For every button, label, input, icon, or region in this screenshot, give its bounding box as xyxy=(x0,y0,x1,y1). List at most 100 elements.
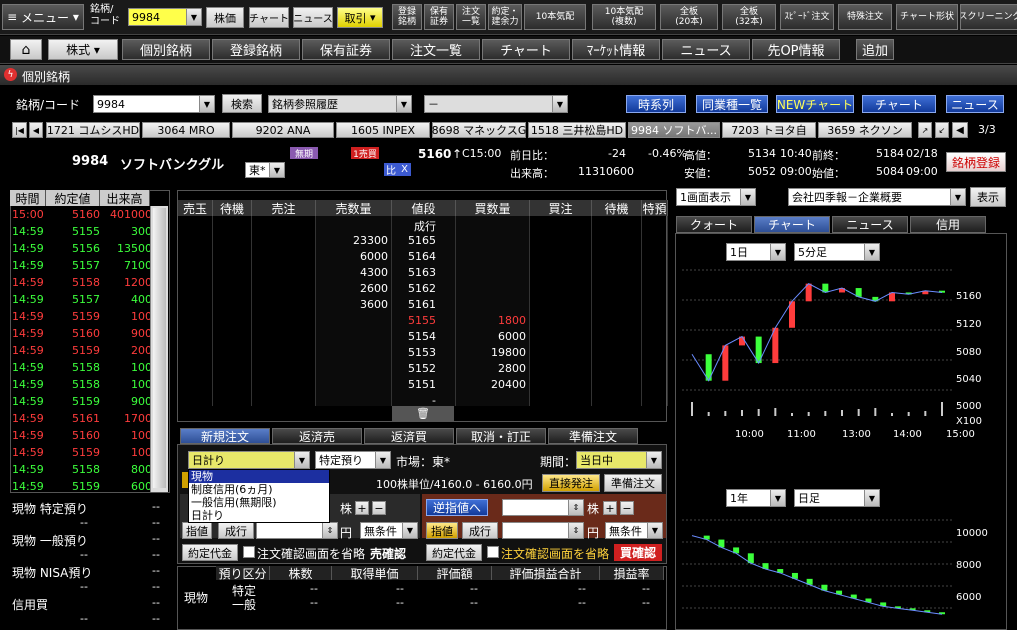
qty-input-right[interactable]: ⇕ xyxy=(502,499,584,516)
stock-price-button[interactable]: 株価 xyxy=(206,7,244,28)
order-tab-3[interactable]: 取消・訂正 xyxy=(456,428,546,444)
minus-icon[interactable]: − xyxy=(372,501,386,515)
condition-select-right[interactable]: 無条件 ▼ xyxy=(605,522,663,539)
prepare-order-button[interactable]: 準備注文 xyxy=(604,474,662,492)
home-icon[interactable]: ⌂ xyxy=(10,39,42,60)
plus-icon[interactable]: + xyxy=(355,501,369,515)
dropdown-option-0[interactable]: 現物 xyxy=(189,470,329,483)
buy-confirm-button[interactable]: 買確認 xyxy=(614,544,662,561)
menu-button[interactable]: ≡ メニュー ▾ xyxy=(2,4,84,30)
tool-button-4[interactable]: 10本気配 xyxy=(524,4,586,30)
minus-icon[interactable]: − xyxy=(620,501,634,515)
ticker-tab-6[interactable]: 9984 ソフトバ... xyxy=(628,122,720,138)
skip-confirm-checkbox[interactable] xyxy=(243,546,255,558)
right-tab-1[interactable]: チャート xyxy=(754,216,830,233)
price-input[interactable]: ⇕ xyxy=(256,522,338,539)
ticker-tab-0[interactable]: 1721 コムシスHD xyxy=(46,122,140,138)
price-input-right[interactable]: ⇕ xyxy=(502,522,584,539)
add-button[interactable]: 追加 xyxy=(856,39,894,60)
ticks-scrollbar[interactable] xyxy=(150,206,168,492)
order-tab-4[interactable]: 準備注文 xyxy=(548,428,638,444)
tool-button-8[interactable]: ｽﾋﾟｰﾄﾞ注文 xyxy=(780,4,834,30)
period2-select[interactable]: 1年 ▼ xyxy=(726,489,786,507)
interval2-select[interactable]: 日足 ▼ xyxy=(794,489,880,507)
expand-icon[interactable]: ↗ xyxy=(918,122,932,138)
code-input[interactable]: 9984 ▼ xyxy=(93,95,215,113)
nav-item-5[interactable]: ﾏｰｹｯﾄ情報 xyxy=(572,39,660,60)
limit-button[interactable]: 指値 xyxy=(182,522,212,539)
right-tab-3[interactable]: 信用 xyxy=(910,216,986,233)
right-tab-2[interactable]: ニュース xyxy=(832,216,908,233)
nav-item-4[interactable]: チャート xyxy=(482,39,570,60)
account-select[interactable]: 特定預り ▼ xyxy=(315,451,391,469)
right-tab-0[interactable]: クォート xyxy=(676,216,752,233)
dropdown-option-1[interactable]: 制度信用(6ヵ月) xyxy=(189,483,329,496)
ticker-tab-5[interactable]: 1518 三井松島HD xyxy=(528,122,626,138)
tool-button-3[interactable]: 約定・ 建余力 xyxy=(488,4,522,30)
register-button[interactable]: 銘柄登録 xyxy=(946,152,1006,172)
market-button-right[interactable]: 成行 xyxy=(462,522,498,539)
back-arrow-icon[interactable]: ◀ xyxy=(952,122,968,138)
tool-button-6[interactable]: 全板 (20本) xyxy=(660,4,718,30)
ticker-tab-4[interactable]: 8698 マネックスG xyxy=(432,122,526,138)
chart-button[interactable]: チャート xyxy=(249,7,289,28)
order-tab-1[interactable]: 返済売 xyxy=(272,428,362,444)
stop-order-button[interactable]: 逆指値へ xyxy=(426,499,488,516)
skip-confirm-checkbox-right[interactable] xyxy=(487,546,499,558)
nav-item-1[interactable]: 登録銘柄 xyxy=(212,39,300,60)
yakujo-button[interactable]: 約定代金 xyxy=(182,544,238,561)
market-select[interactable]: 東* ▼ xyxy=(245,162,285,178)
ticker-tab-8[interactable]: 3659 ネクソン xyxy=(818,122,912,138)
newchart-button[interactable]: NEWチャート xyxy=(776,95,854,113)
history-select[interactable]: 銘柄参照履歴 ▼ xyxy=(268,95,412,113)
first-page-icon[interactable]: |◀ xyxy=(12,122,27,138)
code-select[interactable]: 9984 ▼ xyxy=(128,8,202,26)
plus-icon[interactable]: + xyxy=(603,501,617,515)
period1-select[interactable]: 1日 ▼ xyxy=(726,243,786,261)
limit-button-right[interactable]: 指値 xyxy=(426,522,458,539)
condition-select[interactable]: 無条件 ▼ xyxy=(360,522,418,539)
profile-select[interactable]: 会社四季報－企業概要 ▼ xyxy=(788,188,966,206)
timeseries-button[interactable]: 時系列 xyxy=(626,95,686,113)
ticker-tab-7[interactable]: 7203 トヨタ自 xyxy=(722,122,816,138)
news-button[interactable]: ニュース xyxy=(293,7,333,28)
tool-button-0[interactable]: 登録 銘柄 xyxy=(392,4,422,30)
direct-order-button[interactable]: 直接発注 xyxy=(542,474,600,492)
nav-item-0[interactable]: 個別銘柄 xyxy=(122,39,210,60)
history2-select[interactable]: － ▼ xyxy=(424,95,568,113)
dropdown-option-3[interactable]: 日計り xyxy=(189,509,329,522)
nav-item-2[interactable]: 保有証券 xyxy=(302,39,390,60)
trade-button[interactable]: 取引 ▾ xyxy=(337,7,383,28)
sell-confirm-button[interactable]: 売確認 xyxy=(370,545,406,562)
trash-icon[interactable]: 🗑 xyxy=(392,406,454,421)
interval1-select[interactable]: 5分足 ▼ xyxy=(794,243,880,261)
order-type-select[interactable]: 日計り ▼ xyxy=(188,451,310,469)
show-button[interactable]: 表示 xyxy=(970,187,1006,207)
display-select[interactable]: 1画面表示 ▼ xyxy=(676,188,756,206)
collapse-icon[interactable]: ↙ xyxy=(935,122,949,138)
period-select[interactable]: 当日中 ▼ xyxy=(576,451,662,469)
ticker-tab-2[interactable]: 9202 ANA xyxy=(232,122,334,138)
tool-button-5[interactable]: 10本気配 (複数) xyxy=(592,4,656,30)
tool-button-2[interactable]: 注文 一覧 xyxy=(456,4,486,30)
kabushiki-select[interactable]: 株式 ▾ xyxy=(48,39,118,60)
market-button[interactable]: 成行 xyxy=(218,522,254,539)
x-badge[interactable]: X xyxy=(398,163,411,176)
tool-button-7[interactable]: 全板 (32本) xyxy=(722,4,776,30)
prev-icon[interactable]: ◀ xyxy=(29,122,43,138)
tool-button-11[interactable]: スクリーニング xyxy=(960,4,1017,30)
nav-item-3[interactable]: 注文一覧 xyxy=(392,39,480,60)
search-button[interactable]: 検索 xyxy=(222,94,262,113)
news-button-2[interactable]: ニュース xyxy=(946,95,1004,113)
order-tab-0[interactable]: 新規注文 xyxy=(180,428,270,444)
yakujo-button-right[interactable]: 約定代金 xyxy=(426,544,482,561)
dropdown-option-2[interactable]: 一般信用(無期限) xyxy=(189,496,329,509)
ticker-tab-1[interactable]: 3064 MRO xyxy=(142,122,230,138)
tool-button-10[interactable]: チャート形状 xyxy=(896,4,958,30)
chart-button-2[interactable]: チャート xyxy=(862,95,936,113)
tool-button-9[interactable]: 特殊注文 xyxy=(838,4,892,30)
peers-button[interactable]: 同業種一覧 xyxy=(696,95,768,113)
order-tab-2[interactable]: 返済買 xyxy=(364,428,454,444)
ticker-tab-3[interactable]: 1605 INPEX xyxy=(336,122,430,138)
nav-item-7[interactable]: 先OP情報 xyxy=(752,39,840,60)
